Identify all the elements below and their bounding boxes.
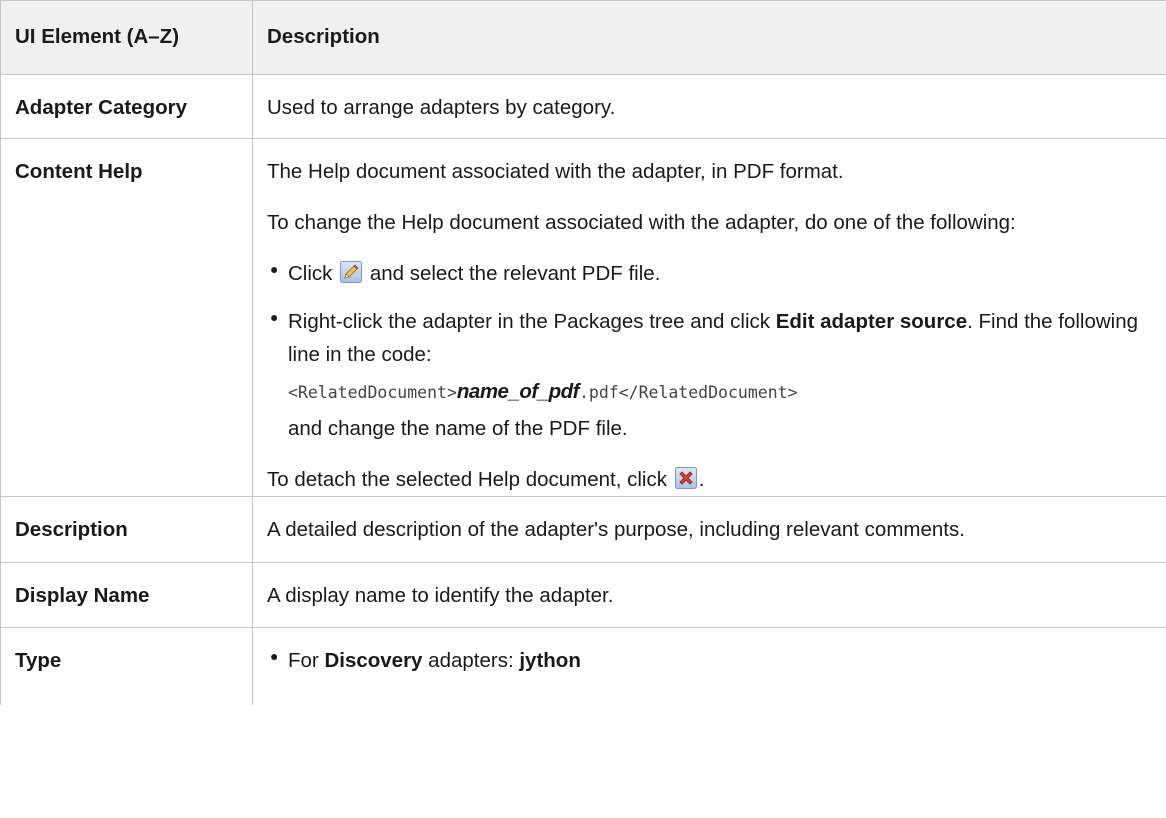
- list-item: ● For Discovery adapters: jython: [267, 645, 1152, 678]
- header-row: UI Element (A–Z) Description: [0, 0, 1166, 75]
- type-bullet-bold-discovery: Discovery: [324, 649, 423, 673]
- code-prefix: <RelatedDocument>: [288, 382, 457, 402]
- red-x-delete-icon: [674, 466, 697, 489]
- code-placeholder: name_of_pdf: [456, 379, 580, 403]
- header-description: Description: [252, 0, 1166, 75]
- content-help-paragraph-3: To detach the selected Help document, cl…: [267, 464, 1152, 497]
- header-ui-element: UI Element (A–Z): [0, 0, 253, 75]
- bullet2-text-part1: Right-click the adapter in the Packages …: [288, 310, 771, 334]
- table-row: Display Name A display name to identify …: [0, 562, 1166, 629]
- row-element-display-name: Display Name: [0, 562, 253, 629]
- list-item: ● Right-click the adapter in the Package…: [267, 306, 1152, 445]
- row-description-adapter-category: Used to arrange adapters by category.: [252, 74, 1166, 139]
- type-bullet-bold-jython: jython: [519, 649, 581, 673]
- bullet-icon: ●: [270, 309, 279, 326]
- bullet1-text-after: and select the relevant PDF file.: [369, 261, 661, 285]
- row-element-adapter-category: Adapter Category: [0, 74, 253, 139]
- row-description-content-help: The Help document associated with the ad…: [252, 137, 1166, 498]
- row-element-description: Description: [0, 496, 253, 564]
- table-row: Description A detailed description of th…: [0, 496, 1166, 564]
- row-element-type: Type: [0, 627, 253, 706]
- ui-elements-table: UI Element (A–Z) Description Adapter Cat…: [0, 0, 1166, 706]
- list-item: ● Click and select the relevant PDF file…: [267, 258, 1152, 291]
- row-element-content-help: Content Help: [0, 137, 253, 498]
- table-row: Type ● For Discovery adapters: jython: [0, 627, 1166, 706]
- type-bullet-middle: adapters:: [428, 649, 514, 673]
- code-snippet: <RelatedDocument>name_of_pdf.pdf</Relate…: [288, 376, 1152, 409]
- table-row: Content Help The Help document associate…: [0, 137, 1166, 498]
- code-suffix: .pdf</RelatedDocument>: [578, 382, 798, 402]
- content-help-paragraph-2: To change the Help document associated w…: [267, 210, 1016, 234]
- p3-text-after: .: [698, 467, 705, 491]
- type-bullet-before: For: [288, 649, 319, 673]
- bullet-icon: ●: [270, 648, 279, 665]
- content-help-paragraph-1: The Help document associated with the ad…: [267, 160, 844, 183]
- bullet2-tail: and change the name of the PDF file.: [288, 416, 628, 440]
- pencil-edit-icon: [340, 260, 363, 283]
- row-description-description: A detailed description of the adapter's …: [252, 496, 1166, 564]
- content-help-options-list: ● Click and select the relevant PDF file…: [267, 258, 1152, 446]
- type-list: ● For Discovery adapters: jython: [267, 645, 1152, 678]
- p3-text-before: To detach the selected Help document, cl…: [267, 467, 667, 491]
- row-description-display-name: A display name to identify the adapter.: [252, 562, 1166, 629]
- bullet2-bold-command: Edit adapter source: [775, 310, 968, 334]
- table-row: Adapter Category Used to arrange adapter…: [0, 74, 1166, 139]
- bullet-icon: ●: [270, 260, 279, 277]
- bullet1-text-before: Click: [288, 261, 333, 285]
- row-description-type: ● For Discovery adapters: jython: [252, 627, 1166, 706]
